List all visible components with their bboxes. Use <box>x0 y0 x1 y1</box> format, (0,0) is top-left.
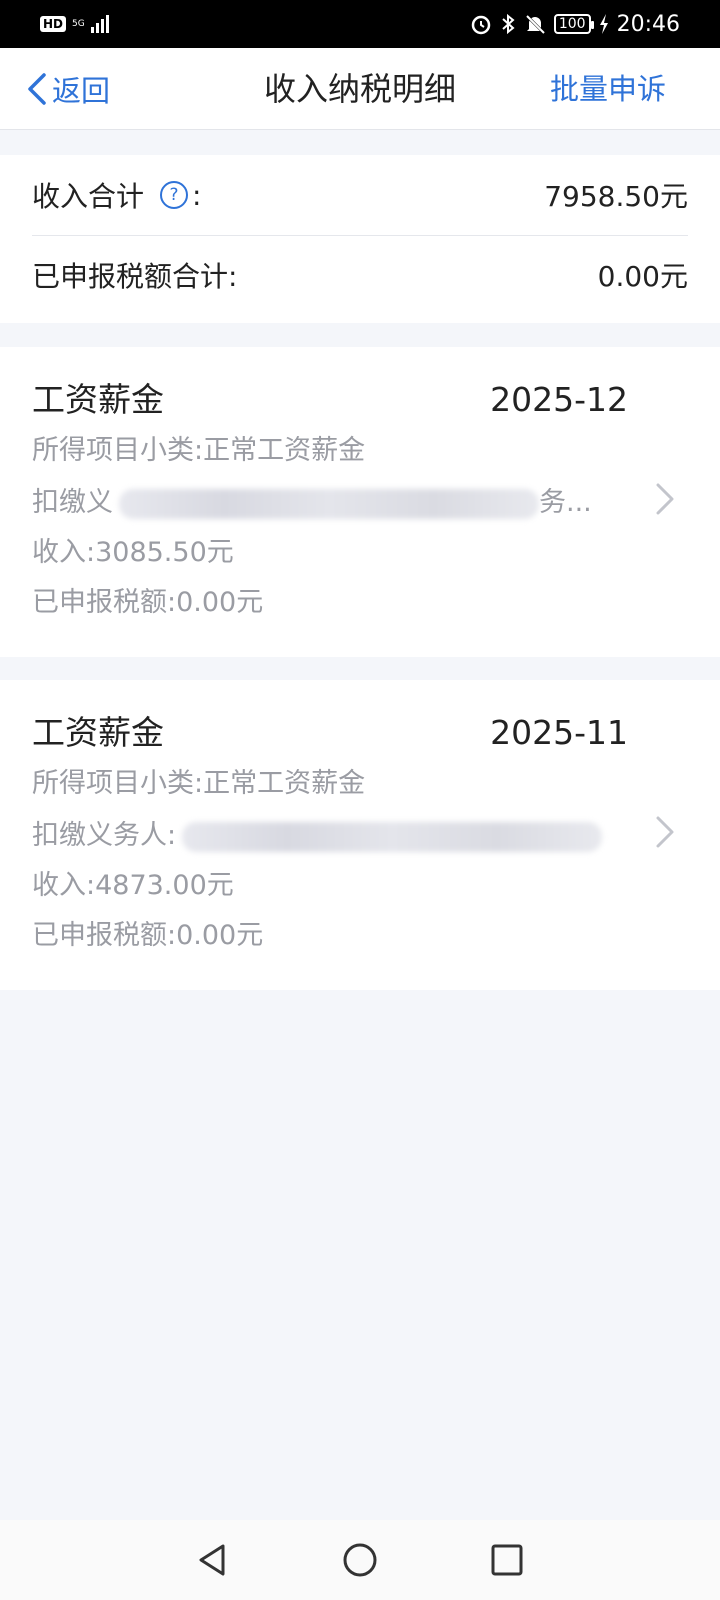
nav-home-button[interactable] <box>340 1540 380 1580</box>
income-total-row: 收入合计 ? : 7958.50元 <box>32 155 688 236</box>
network-label: 5G <box>72 18 85 29</box>
record-title: 工资薪金 <box>32 380 164 419</box>
income-total-label-group: 收入合计 ? : <box>32 175 201 215</box>
record-card[interactable]: 工资薪金 2025-11 所得项目小类:正常工资薪金 扣缴义务人: 收入:487… <box>0 680 720 990</box>
status-left: HD 5G <box>40 15 109 33</box>
record-income: 收入:3085.50元 <box>32 537 234 568</box>
record-title: 工资薪金 <box>32 713 164 752</box>
help-icon[interactable]: ? <box>160 181 189 209</box>
income-total-label: 收入合计 <box>32 180 145 213</box>
alarm-icon <box>470 13 492 35</box>
batch-appeal-button[interactable]: 批量申诉 <box>550 68 666 110</box>
chevron-right-icon <box>656 816 674 848</box>
record-withholder: 扣缴义 务... <box>32 483 592 523</box>
signal-icon <box>90 15 109 33</box>
square-recents-icon <box>491 1544 523 1576</box>
record-subcategory: 所得项目小类:正常工资薪金 <box>32 768 366 799</box>
chevron-right-icon <box>656 483 674 515</box>
mute-icon <box>524 13 546 35</box>
record-card[interactable]: 工资薪金 2025-12 所得项目小类:正常工资薪金 扣缴义 务... 收入:30… <box>0 347 720 657</box>
summary-card: 收入合计 ? : 7958.50元 已申报税额合计: 0.00元 <box>0 155 720 323</box>
record-date: 2025-11 <box>490 713 628 752</box>
status-right: 100 20:46 <box>470 12 680 37</box>
tax-total-value: 0.00元 <box>597 260 688 293</box>
nav-back-triangle-button[interactable] <box>193 1540 233 1580</box>
system-nav-bar <box>0 1520 720 1600</box>
redacted-blur <box>119 488 539 519</box>
triangle-back-icon <box>199 1544 225 1576</box>
hd-badge: HD <box>40 16 67 32</box>
bluetooth-icon <box>500 13 516 35</box>
network-type: 5G <box>72 18 85 29</box>
withholder-suffix: 务... <box>539 487 592 518</box>
redacted-blur <box>182 821 603 852</box>
nav-bar: 返回 收入纳税明细 批量申诉 <box>0 48 720 130</box>
record-subcategory: 所得项目小类:正常工资薪金 <box>32 435 366 466</box>
status-bar: HD 5G 100 20:46 <box>0 0 720 48</box>
record-tax: 已申报税额:0.00元 <box>32 587 264 618</box>
status-time: 20:46 <box>616 11 680 37</box>
record-income: 收入:4873.00元 <box>32 870 234 901</box>
circle-home-icon <box>343 1543 377 1577</box>
tax-total-label: 已申报税额合计: <box>32 260 238 293</box>
nav-recents-button[interactable] <box>487 1540 527 1580</box>
battery-icon: 100 <box>553 14 594 34</box>
record-tax: 已申报税额:0.00元 <box>32 920 264 951</box>
record-date: 2025-12 <box>490 380 628 419</box>
tax-total-row: 已申报税额合计: 0.00元 <box>32 235 688 315</box>
income-total-colon: : <box>192 178 202 212</box>
withholder-prefix: 扣缴义 <box>32 487 113 518</box>
income-total-value: 7958.50元 <box>544 180 688 213</box>
withholder-prefix: 扣缴义务人: <box>32 820 177 851</box>
record-withholder: 扣缴义务人: <box>32 816 603 856</box>
charging-icon <box>599 13 609 35</box>
